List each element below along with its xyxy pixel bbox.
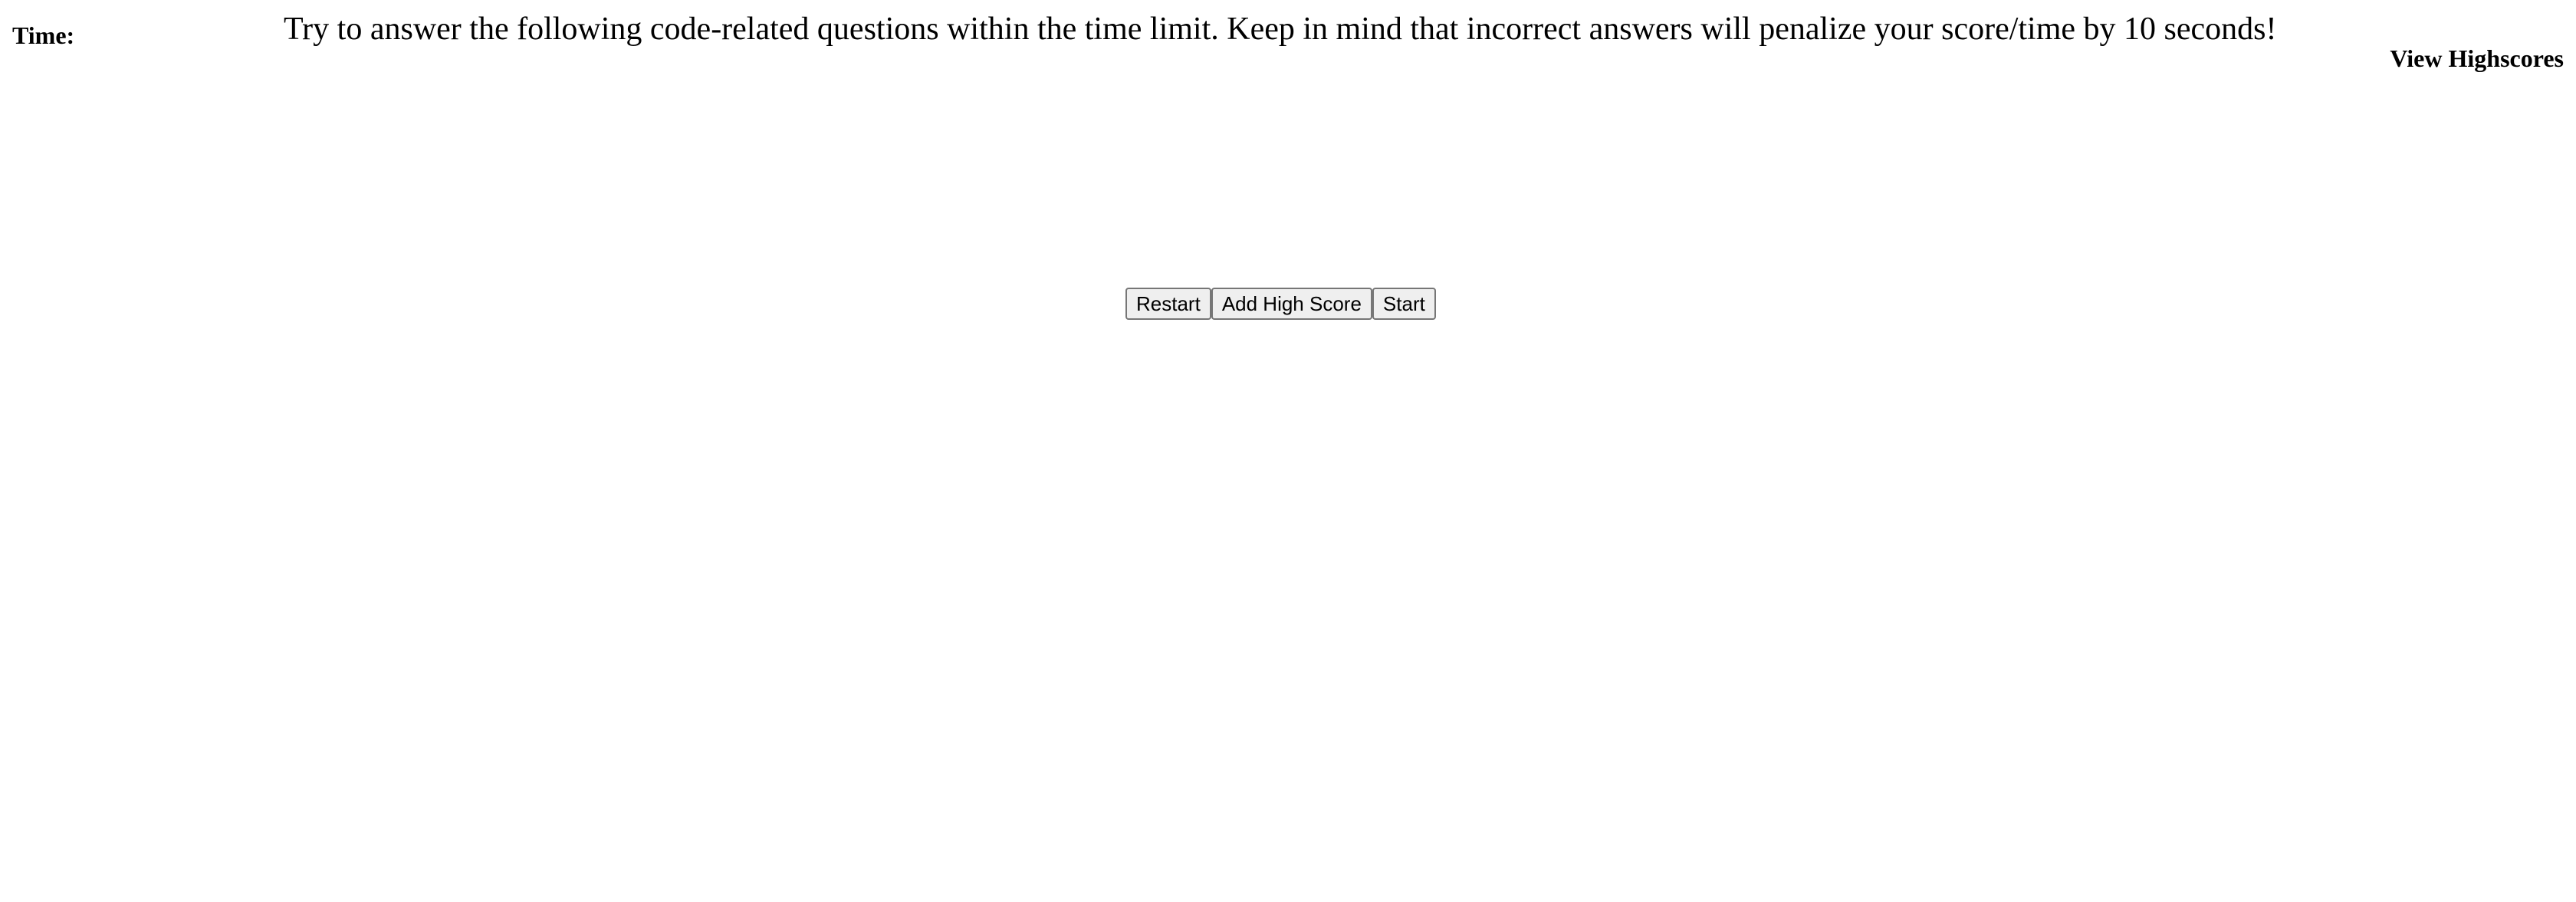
add-high-score-button[interactable]: Add High Score: [1211, 288, 1372, 320]
start-button[interactable]: Start: [1372, 288, 1436, 320]
timer: Time:: [12, 20, 80, 51]
restart-button[interactable]: Restart: [1125, 288, 1211, 320]
view-highscores-link[interactable]: View Highscores: [2390, 43, 2564, 74]
quiz-instructions: Try to answer the following code-related…: [284, 12, 2277, 47]
quiz-page: Time: Try to answer the following code-r…: [0, 0, 2576, 902]
quiz-controls: Restart Add High Score Start: [1125, 288, 1436, 320]
timer-label: Time:: [12, 21, 75, 49]
